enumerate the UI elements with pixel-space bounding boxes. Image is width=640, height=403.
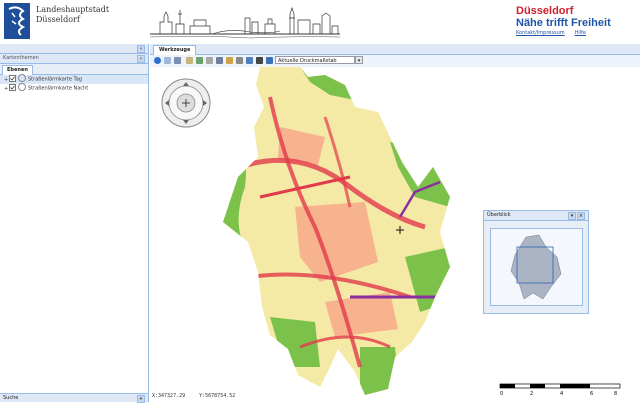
brand-slogan: Nähe trifft Freiheit — [516, 17, 611, 29]
layer-icon — [18, 74, 26, 82]
tab-tools[interactable]: Werkzeuge — [153, 45, 197, 55]
scale-tick-0: 0 — [500, 391, 503, 397]
city-name-line2: Düsseldorf — [36, 15, 80, 24]
scale-tick-2: 2 — [530, 391, 533, 397]
info-icon[interactable] — [154, 57, 161, 64]
zoom-box-icon[interactable] — [236, 57, 243, 64]
measure-icon[interactable] — [196, 57, 203, 64]
print-scale-select[interactable]: Aktuelle Druckmaßstab — [275, 56, 355, 64]
collapse-icon[interactable]: ▾ — [568, 212, 576, 220]
chevron-down-icon[interactable]: ▾ — [355, 56, 363, 64]
home-icon[interactable] — [226, 57, 233, 64]
city-name: Landeshauptstadt Düsseldorf — [36, 5, 109, 25]
overview-title: Überblick — [487, 212, 511, 218]
main-area: Werkzeuge Aktuelle Druckmaßstab ▾ Überbl… — [150, 44, 640, 402]
tab-layers[interactable]: Ebenen — [2, 65, 33, 75]
left-panel-title: Kartenthemen — [3, 55, 39, 61]
brand-city: Düsseldorf — [516, 5, 574, 17]
city-logo-icon — [4, 3, 30, 39]
main-tabs: Werkzeuge — [150, 44, 640, 55]
layer-checkbox[interactable] — [9, 74, 16, 82]
overview-map[interactable] — [490, 228, 583, 306]
print-icon[interactable] — [216, 57, 223, 64]
map-view[interactable]: Überblick ▾ × X:347327.29 Y:5678754.52 0 … — [150, 67, 640, 402]
skyline-illustration — [150, 6, 340, 39]
area-icon[interactable] — [206, 57, 213, 64]
search-panel-label: Suche — [3, 395, 19, 401]
legend-icon[interactable] — [266, 57, 273, 64]
close-icon[interactable]: × — [577, 212, 585, 220]
layer-label: Straßenlärmkarte Nacht — [28, 85, 89, 92]
pan-zoom-navigator-icon[interactable] — [160, 77, 212, 129]
collapse-icon[interactable]: « — [137, 55, 145, 63]
left-panel: « Kartenthemen « Ebenen + Straßenlärmkart… — [0, 44, 149, 403]
city-name-line1: Landeshauptstadt — [36, 5, 110, 14]
brand-block: Düsseldorf Nähe trifft Freiheit Kontakt/… — [516, 5, 636, 37]
layer-icon — [18, 83, 26, 91]
zoom-in-icon[interactable] — [164, 57, 171, 64]
header-links: Kontakt/Impressum Hilfe — [516, 30, 636, 36]
header: Landeshauptstadt Düsseldorf Düsseldorf N… — [0, 0, 640, 44]
scale-bar: 0 2 4 6 8 — [499, 383, 621, 397]
scale-tick-6: 6 — [590, 391, 593, 397]
left-panel-collapse-bar: « — [0, 44, 148, 54]
coord-y: Y:5678754.52 — [199, 393, 236, 399]
coordinate-readout: X:347327.29 Y:5678754.52 — [152, 393, 249, 399]
layer-item-night[interactable]: + Straßenlärmkarte Nacht — [0, 83, 148, 93]
contact-link[interactable]: Kontakt/Impressum — [516, 30, 565, 36]
layer-checkbox[interactable] — [9, 83, 16, 91]
collapse-icon[interactable]: « — [137, 45, 145, 53]
scale-tick-4: 4 — [560, 391, 563, 397]
overview-window[interactable]: Überblick ▾ × — [483, 210, 589, 314]
left-panel-header: Kartenthemen « — [0, 54, 148, 64]
layer-label: Straßenlärmkarte Tag — [28, 76, 82, 83]
pan-icon[interactable] — [186, 57, 193, 64]
back-icon[interactable] — [246, 57, 253, 64]
help-link[interactable]: Hilfe — [575, 30, 586, 36]
scale-tick-8: 8 — [614, 391, 617, 397]
pin-icon[interactable] — [256, 57, 263, 64]
overview-titlebar: Überblick ▾ × — [484, 211, 588, 221]
coord-x: X:347327.29 — [152, 393, 186, 399]
zoom-out-icon[interactable] — [174, 57, 181, 64]
left-panel-footer[interactable]: Suche + — [0, 393, 148, 403]
